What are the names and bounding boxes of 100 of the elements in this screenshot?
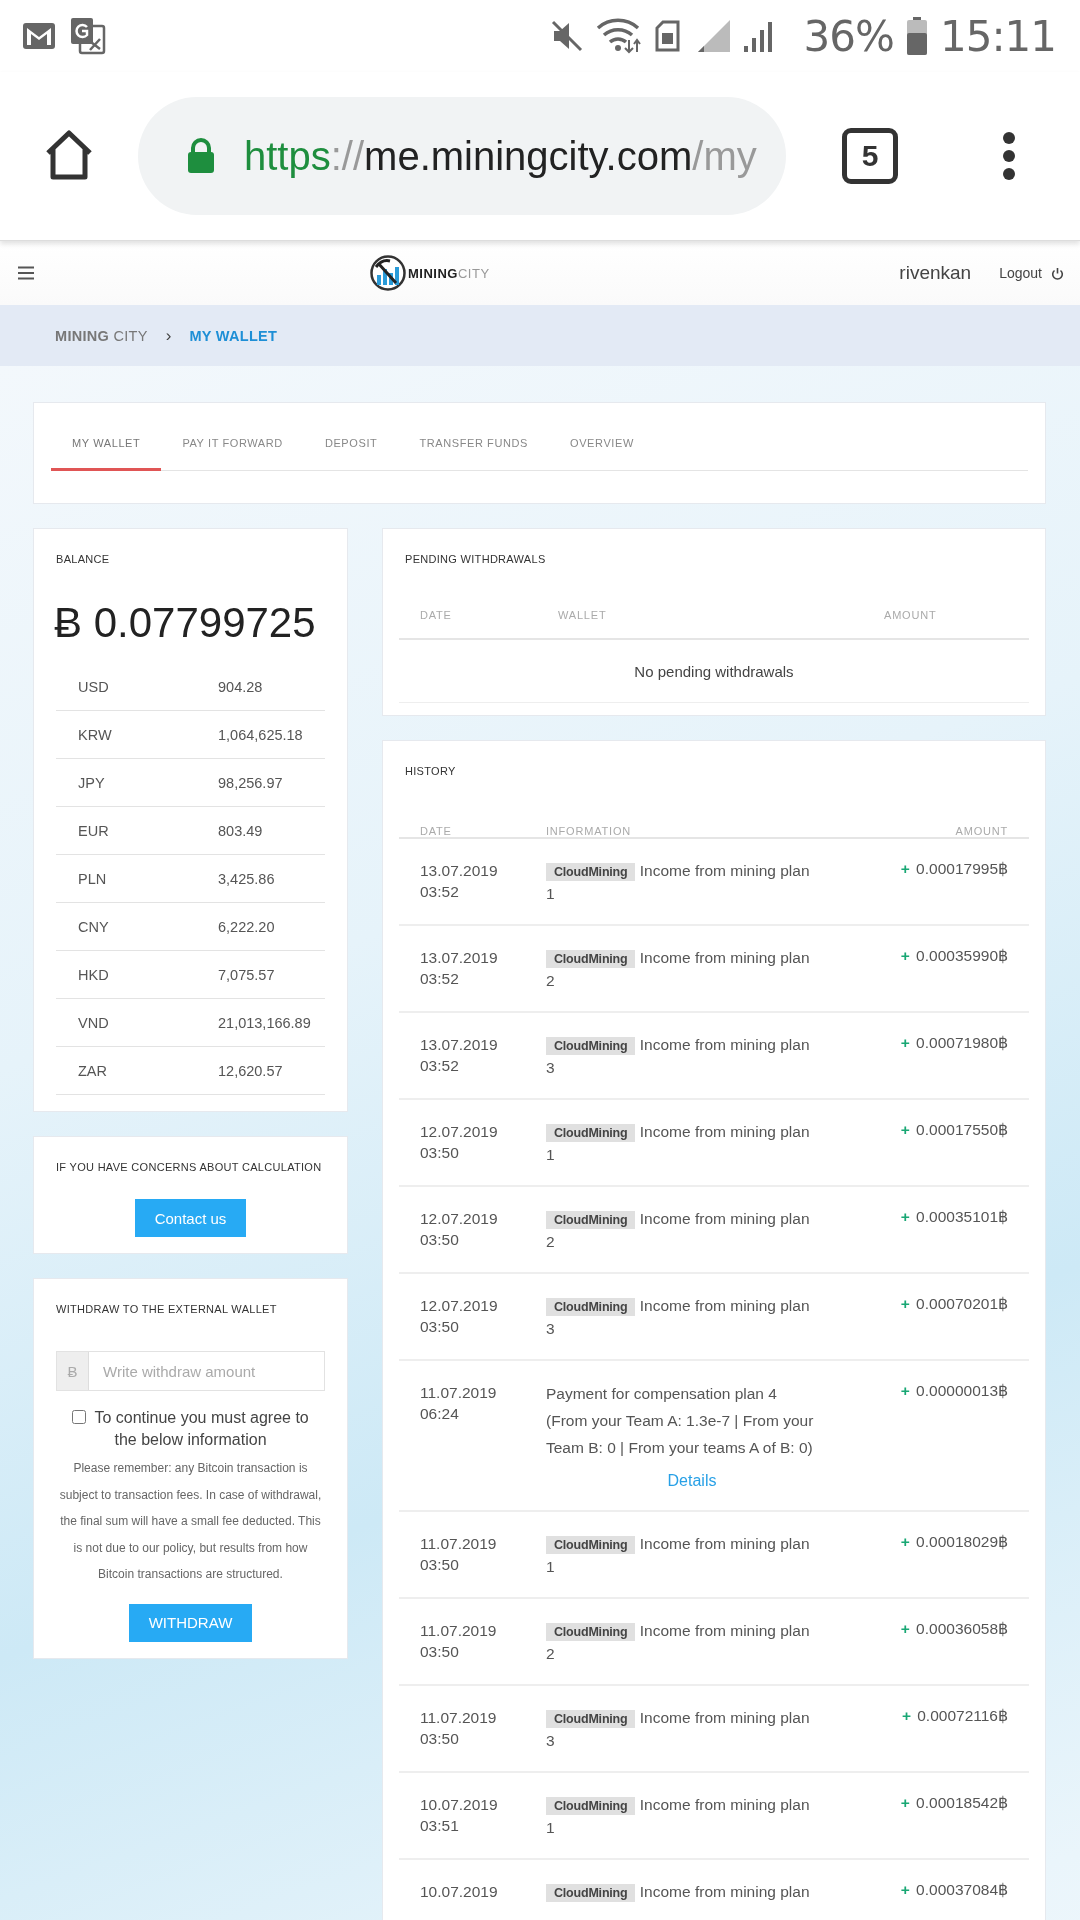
- info-text: CloudMining Income from mining plan 1: [546, 1122, 811, 1165]
- date-text: 13.07.2019: [420, 948, 499, 968]
- home-icon[interactable]: [44, 129, 94, 183]
- time-text: 06:24: [420, 1404, 460, 1424]
- breadcrumb-link[interactable]: MINING CITY: [55, 327, 148, 344]
- column-header: AMOUNT: [884, 609, 938, 621]
- plus-sign: +: [900, 1881, 910, 1898]
- date-text: 11.07.2019: [420, 1534, 498, 1554]
- tab-switcher[interactable]: 5: [842, 128, 898, 184]
- menu-icon[interactable]: [18, 266, 34, 280]
- contact-button[interactable]: Contact us: [134, 1199, 247, 1237]
- time-text: 03:50: [420, 1143, 460, 1163]
- amount-text: 0.00035990฿: [916, 947, 1008, 964]
- column-header: DATE: [420, 609, 453, 621]
- info-text: CloudMining Income from mining plan 1: [546, 861, 811, 904]
- lock-icon: [186, 138, 216, 174]
- amount-text: 0.00071980฿: [916, 1034, 1008, 1051]
- plus-sign: +: [900, 1121, 910, 1138]
- logout-button[interactable]: Logout: [999, 265, 1064, 281]
- mute-icon: [549, 19, 584, 53]
- category-tag: CloudMining: [546, 1298, 636, 1316]
- amount-text: 0.00072116฿: [917, 1707, 1008, 1724]
- card-title: PENDING WITHDRAWALS: [404, 553, 547, 565]
- currency-value: 21,013,166.89: [218, 1014, 312, 1031]
- currency-value: 98,256.97: [218, 774, 284, 791]
- translate-icon: [70, 17, 106, 55]
- card-title: HISTORY: [404, 765, 457, 777]
- column-header: DATE: [420, 825, 453, 837]
- currency-code: EUR: [78, 822, 110, 839]
- currency-code: USD: [78, 678, 110, 695]
- logo-text[interactable]: MININGCITY: [408, 265, 490, 281]
- amount-text: 0.00037084฿: [916, 1881, 1008, 1898]
- currency-value: 6,222.20: [218, 918, 276, 935]
- currency-value: 12,620.57: [218, 1062, 284, 1079]
- currency-code: CNY: [78, 918, 110, 935]
- currency-code: JPY: [78, 774, 106, 791]
- date-text: 11.07.2019: [420, 1708, 498, 1728]
- plus-sign: +: [900, 1382, 910, 1399]
- card-title: IF YOU HAVE CONCERNS ABOUT CALCULATION: [56, 1161, 323, 1173]
- plus-sign: +: [900, 1794, 910, 1811]
- date-text: 12.07.2019: [420, 1209, 499, 1229]
- amount-text: 0.00000013฿: [916, 1382, 1008, 1399]
- plus-sign: +: [900, 860, 910, 877]
- time-text: 03:50: [420, 1729, 460, 1749]
- battery-icon: [905, 16, 928, 56]
- card-title: WITHDRAW TO THE EXTERNAL WALLET: [56, 1303, 278, 1315]
- info-text: CloudMining Income from mining plan 2: [546, 1621, 811, 1664]
- category-tag: CloudMining: [546, 1710, 636, 1728]
- category-tag: CloudMining: [546, 1124, 636, 1142]
- currency-value: 7,075.57: [218, 966, 276, 983]
- plus-sign: +: [901, 1707, 911, 1724]
- category-tag: CloudMining: [546, 1037, 636, 1055]
- date-text: 11.07.2019: [420, 1621, 498, 1641]
- date-text: 10.07.2019: [420, 1795, 499, 1815]
- address-bar[interactable]: https://me.miningcity.com/my: [138, 97, 786, 215]
- category-tag: CloudMining: [546, 1536, 636, 1554]
- amount-text: 0.00036058฿: [916, 1620, 1008, 1637]
- info-text: CloudMining Income from mining plan 2: [546, 948, 811, 991]
- currency-code: PLN: [78, 870, 108, 887]
- tab[interactable]: MY WALLET: [51, 427, 162, 471]
- time-text: 03:50: [420, 1642, 460, 1662]
- withdraw-button[interactable]: WITHDRAW: [128, 1603, 253, 1642]
- category-tag: CloudMining: [546, 1211, 636, 1229]
- info-text: CloudMining Income from mining plan: [546, 1881, 822, 1904]
- battery-percent: 36%: [803, 11, 894, 61]
- category-tag: CloudMining: [546, 1797, 636, 1815]
- category-tag: CloudMining: [546, 863, 636, 881]
- info-text: CloudMining Income from mining plan 3: [546, 1296, 811, 1339]
- amount-text: 0.00018029฿: [916, 1533, 1008, 1550]
- tab[interactable]: TRANSFER FUNDS: [398, 427, 549, 471]
- time-text: 03:50: [420, 1230, 460, 1250]
- plus-sign: +: [900, 1034, 910, 1051]
- empty-message: No pending withdrawals: [399, 640, 1029, 703]
- info-text: CloudMining Income from mining plan 3: [546, 1035, 811, 1078]
- tab[interactable]: PAY IT FORWARD: [161, 427, 304, 471]
- category-tag: CloudMining: [546, 950, 636, 968]
- time-text: 03:52: [420, 882, 460, 902]
- url-text: https://me.miningcity.com/my: [244, 133, 757, 179]
- breadcrumb-separator: ›: [165, 325, 172, 346]
- username[interactable]: rivenkan: [899, 262, 972, 284]
- agree-label: To continue you must agree to the below information: [94, 1409, 309, 1448]
- amount-field[interactable]: Ƀ Write withdraw amount: [56, 1351, 325, 1391]
- currency-addon: Ƀ: [57, 1352, 89, 1390]
- date-text: 13.07.2019: [420, 1035, 499, 1055]
- info-text: CloudMining Income from mining plan 1: [546, 1534, 811, 1577]
- time-text: 03:52: [420, 1056, 460, 1076]
- tab[interactable]: DEPOSIT: [303, 427, 399, 471]
- details-link[interactable]: Details: [546, 1470, 822, 1491]
- amount-text: 0.00070201฿: [916, 1295, 1008, 1312]
- breadcrumb-link[interactable]: MY WALLET: [189, 327, 278, 344]
- currency-value: 904.28: [218, 678, 264, 695]
- info-text: CloudMining Income from mining plan 3: [546, 1708, 811, 1751]
- tab[interactable]: OVERVIEW: [549, 427, 655, 471]
- plus-sign: +: [900, 1620, 910, 1637]
- agree-checkbox[interactable]: [72, 1410, 87, 1424]
- fee-notice: Please remember: any Bitcoin transaction is subject to transaction fees. In case of withdrawal, the final sum will have a small fee deducted. This is not due to our policy, but results from how Bitcoin transactions are structured.: [58, 1460, 323, 1583]
- more-menu-icon[interactable]: [1002, 131, 1016, 181]
- logo-icon[interactable]: [370, 255, 406, 291]
- date-text: 10.07.2019: [420, 1882, 499, 1902]
- clock: 15:11: [939, 11, 1056, 61]
